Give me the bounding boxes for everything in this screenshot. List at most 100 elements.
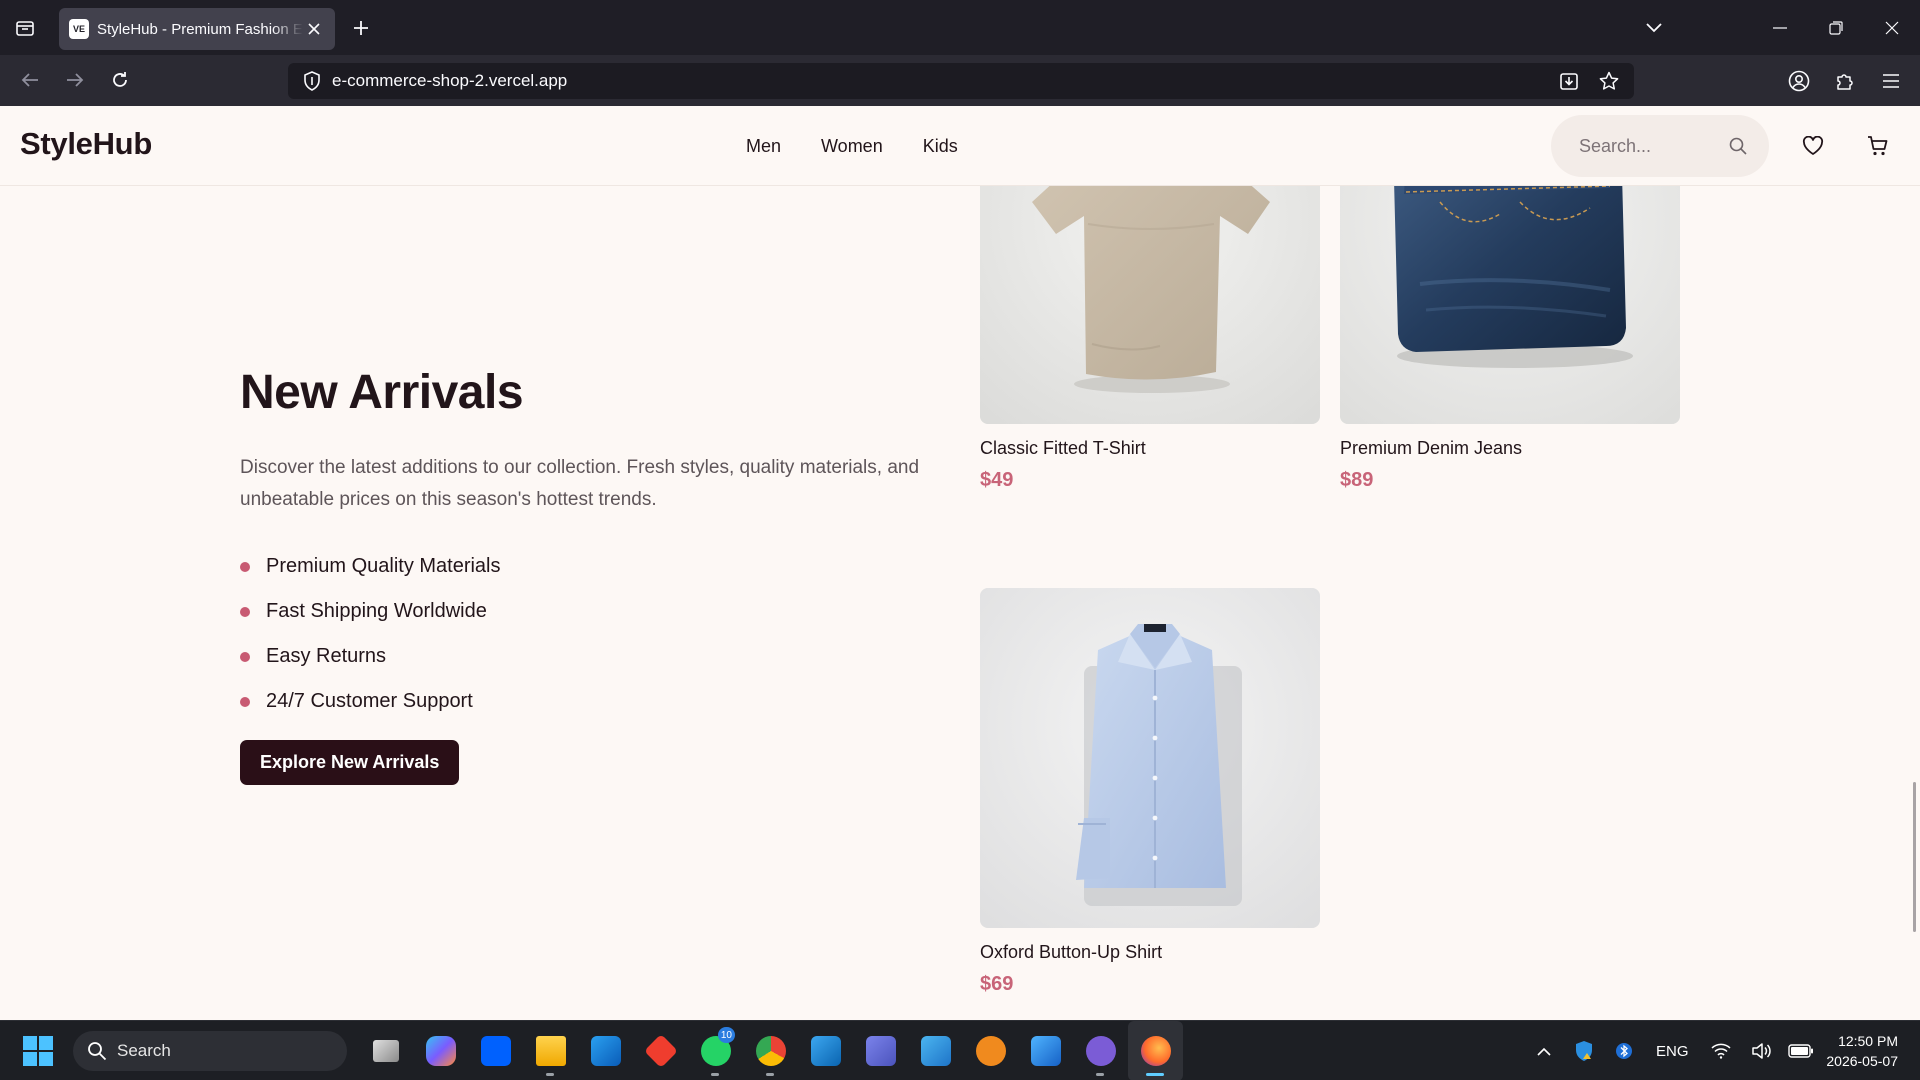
address-bar[interactable]: e-commerce-shop-2.vercel.app [288, 63, 1634, 99]
hamburger-menu-icon [1883, 73, 1899, 88]
section-title: New Arrivals [240, 366, 524, 419]
taskbar-dropbox[interactable] [468, 1021, 523, 1080]
nav-link-kids[interactable]: Kids [923, 136, 958, 157]
section-description: Discover the latest additions to our col… [240, 457, 920, 510]
close-icon [308, 23, 320, 35]
browser-tab-active[interactable]: VE StyleHub - Premium Fashion E-commerce [59, 8, 335, 50]
search-input[interactable] [1579, 135, 1727, 157]
taskbar-search-box[interactable]: Search [73, 1031, 347, 1071]
folder-icon [535, 1036, 566, 1066]
window-minimize-button[interactable] [1752, 0, 1808, 55]
outlook-icon [590, 1036, 621, 1066]
taskbar-vscode[interactable] [798, 1021, 853, 1080]
download-page-icon [1560, 73, 1578, 90]
vercel-favicon-icon: VE [69, 19, 89, 39]
task-view-icon [372, 1040, 399, 1062]
input-language[interactable]: ENG [1656, 1043, 1689, 1060]
nav-link-men[interactable]: Men [746, 136, 781, 157]
back-button[interactable] [14, 64, 46, 96]
list-all-tabs-button[interactable] [1626, 0, 1682, 55]
reload-button[interactable] [104, 64, 136, 96]
bullet-dot-icon [240, 606, 250, 617]
restore-icon [1829, 20, 1843, 35]
clock-date: 2026-05-07 [1826, 1053, 1898, 1069]
wishlist-button[interactable] [1799, 132, 1827, 160]
main-navigation: Men Women Kids [746, 106, 958, 186]
search-icon [88, 1042, 107, 1061]
chrome-icon [755, 1036, 786, 1066]
tray-overflow-button[interactable] [1530, 1037, 1558, 1065]
speaker-icon [1751, 1043, 1771, 1059]
bullet-dot-icon [240, 561, 250, 572]
taskbar-firefox[interactable] [1128, 1021, 1183, 1080]
account-button[interactable] [1776, 55, 1822, 106]
explore-new-arrivals-button[interactable]: Explore New Arrivals [240, 740, 460, 785]
blue-shirt-image[interactable] [980, 588, 1320, 928]
system-tray: ENG [1530, 1021, 1815, 1080]
close-icon [1885, 21, 1899, 34]
cart-button[interactable] [1864, 132, 1892, 160]
bluetooth-tray-button[interactable] [1610, 1037, 1638, 1065]
security-tray-button[interactable] [1570, 1037, 1598, 1065]
star-icon [1599, 71, 1619, 90]
tab-overview-button[interactable] [10, 13, 40, 43]
search-icon[interactable] [1727, 135, 1749, 157]
forward-button[interactable] [59, 64, 91, 96]
product-name[interactable]: Premium Denim Jeans [1340, 438, 1680, 459]
taskbar-anydesk[interactable] [633, 1021, 688, 1080]
github-icon [1085, 1036, 1116, 1066]
product-name[interactable]: Classic Fitted T-Shirt [980, 438, 1320, 459]
shopping-cart-icon [1868, 136, 1888, 156]
volume-tray-button[interactable] [1747, 1037, 1775, 1065]
taskbar-github[interactable] [1073, 1021, 1128, 1080]
taskbar-copilot[interactable] [413, 1021, 468, 1080]
taskbar-file-explorer[interactable] [523, 1021, 578, 1080]
photos-icon [920, 1036, 951, 1066]
taskbar-media-player[interactable] [963, 1021, 1018, 1080]
reload-icon [113, 72, 127, 87]
extensions-button[interactable] [1822, 55, 1868, 106]
wifi-icon [1710, 1043, 1731, 1059]
taskbar-task-view[interactable] [358, 1021, 413, 1080]
taskbar-store[interactable] [1018, 1021, 1073, 1080]
taskbar-outlook[interactable] [578, 1021, 633, 1080]
copilot-icon [425, 1036, 456, 1066]
window-restore-button[interactable] [1808, 0, 1864, 55]
anydesk-icon [643, 1034, 678, 1068]
save-to-pocket-button[interactable] [1552, 63, 1586, 99]
puzzle-icon [1837, 73, 1853, 90]
taskbar-chrome[interactable] [743, 1021, 798, 1080]
battery-tray-button[interactable] [1787, 1037, 1815, 1065]
search-box [1551, 115, 1769, 177]
start-button[interactable] [22, 1035, 54, 1067]
tab-close-button[interactable] [303, 18, 325, 40]
taskbar-whatsapp[interactable]: 10 [688, 1021, 743, 1080]
network-tray-button[interactable] [1707, 1037, 1735, 1065]
notification-badge: 10 [717, 1027, 735, 1043]
feature-list: Premium Quality Materials Fast Shipping … [240, 544, 501, 724]
chevron-up-icon [1537, 1047, 1551, 1056]
taskbar-pinned-apps: 10 [358, 1021, 1183, 1080]
product-name[interactable]: Oxford Button-Up Shirt [980, 942, 1320, 963]
shield-icon [304, 71, 320, 91]
nav-link-women[interactable]: Women [821, 136, 883, 157]
minimize-icon [1773, 26, 1787, 29]
chevron-down-icon [1646, 22, 1662, 32]
arrow-right-icon [67, 73, 84, 87]
windows-taskbar: Search 10 ENG 12:50 PM 2026-05-07 [0, 1020, 1920, 1080]
product-card[interactable]: Oxford Button-Up Shirt $69 [980, 588, 1320, 996]
taskbar-clock[interactable]: 12:50 PM 2026-05-07 [1826, 1031, 1898, 1071]
new-tab-button[interactable] [346, 13, 376, 43]
bookmark-button[interactable] [1592, 63, 1626, 99]
tab-overview-icon [16, 21, 34, 36]
tracking-protection-button[interactable] [292, 63, 332, 99]
page-scrollbar[interactable] [1913, 782, 1916, 932]
store-icon [1030, 1036, 1061, 1066]
window-close-button[interactable] [1864, 0, 1920, 55]
app-menu-button[interactable] [1868, 55, 1914, 106]
site-logo[interactable]: StyleHub [20, 126, 152, 162]
taskbar-photos[interactable] [908, 1021, 963, 1080]
taskbar-teams[interactable] [853, 1021, 908, 1080]
teams-icon [865, 1036, 896, 1066]
heart-icon [1802, 136, 1824, 155]
